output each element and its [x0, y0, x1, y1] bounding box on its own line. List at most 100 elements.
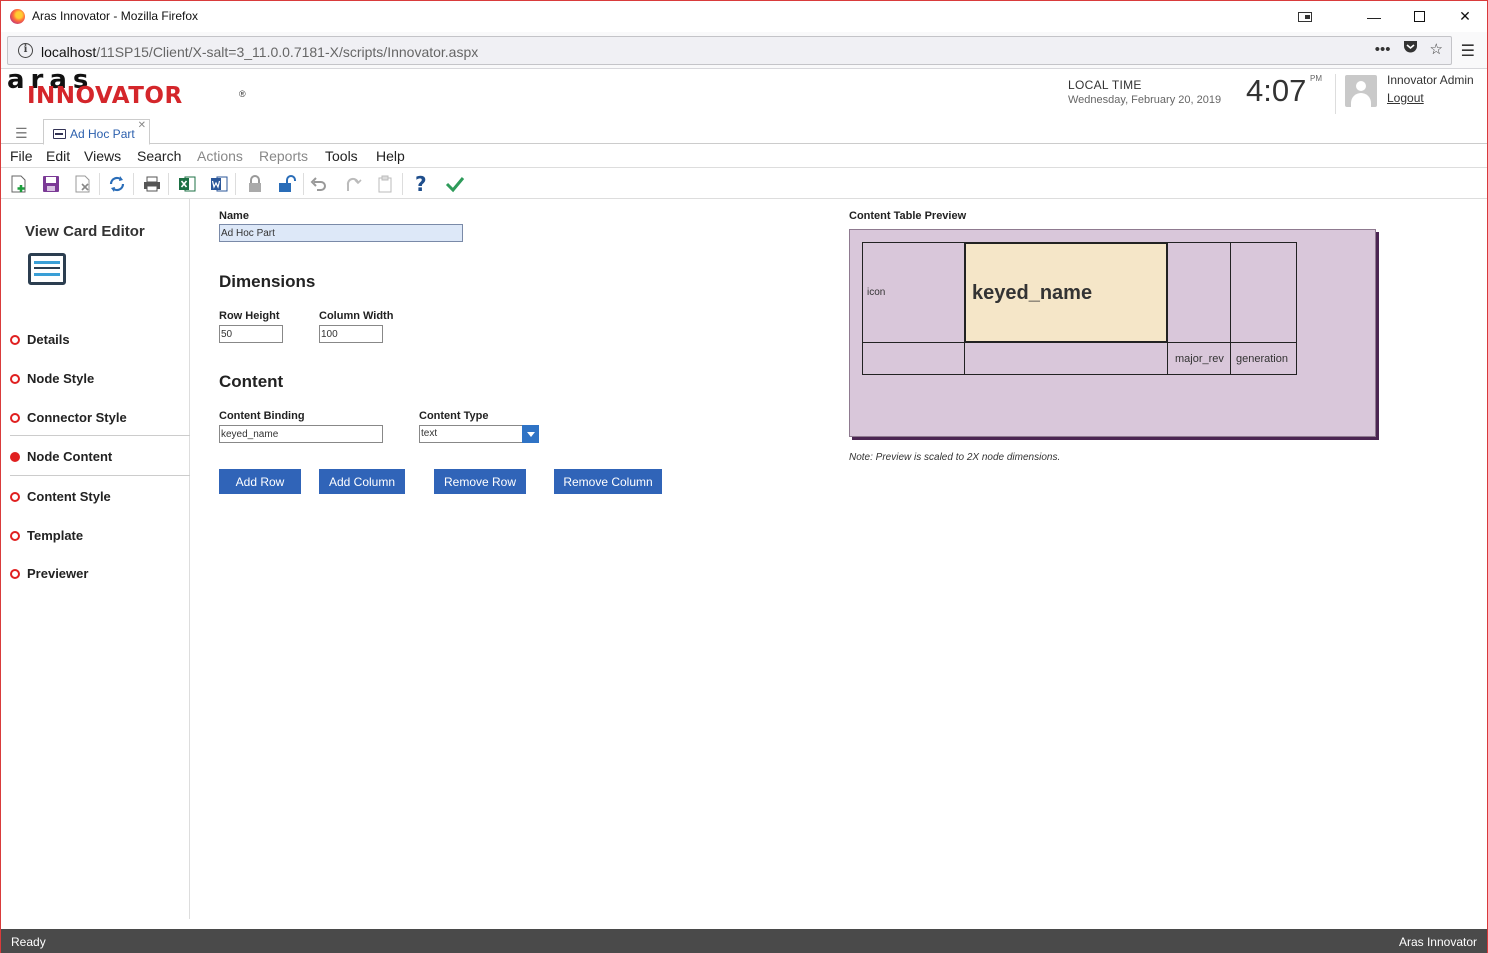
sidebar-item-label: Details — [27, 332, 70, 347]
toolbar-separator — [235, 173, 236, 195]
view-card-icon — [28, 253, 66, 285]
url-bar[interactable]: i localhost/11SP15/Client/X-salt=3_11.0.… — [7, 36, 1452, 65]
sidebar-item-node-content[interactable]: Node Content — [10, 448, 190, 468]
new-icon[interactable] — [9, 174, 29, 194]
print-icon[interactable] — [142, 174, 162, 194]
preview-title: Content Table Preview — [849, 210, 967, 222]
menu-tools[interactable]: Tools — [325, 148, 358, 164]
menu-help[interactable]: Help — [376, 148, 405, 164]
reader-view-icon[interactable] — [1282, 1, 1328, 32]
menu-reports[interactable]: Reports — [259, 148, 308, 164]
preview-cell[interactable] — [1230, 242, 1297, 343]
content-type-label: Content Type — [419, 410, 489, 422]
sidebar-item-node-style[interactable]: Node Style — [10, 370, 190, 390]
firefox-logo-icon — [10, 9, 25, 24]
refresh-icon[interactable] — [107, 174, 127, 194]
paste-icon[interactable] — [375, 174, 395, 194]
preview-cell-text: generation — [1236, 353, 1288, 365]
firefox-menu-icon[interactable]: ☰ — [1461, 41, 1475, 61]
add-column-button[interactable]: Add Column — [319, 469, 405, 494]
status-text: Ready — [11, 935, 46, 949]
url-text[interactable]: localhost/11SP15/Client/X-salt=3_11.0.0.… — [41, 44, 478, 60]
chevron-down-icon[interactable] — [522, 425, 539, 443]
dimensions-heading: Dimensions — [219, 272, 316, 291]
toolbar: ? — [1, 168, 1487, 199]
preview-cell-text: keyed_name — [972, 282, 1093, 304]
content-heading: Content — [219, 372, 284, 391]
help-icon[interactable]: ? — [411, 174, 431, 194]
sidebar-item-label: Content Style — [27, 489, 111, 504]
toolbar-separator — [402, 173, 403, 195]
tab-close-icon[interactable]: ✕ — [138, 120, 146, 131]
status-bar: Ready Aras Innovator — [1, 929, 1487, 953]
preview-cell-generation[interactable]: generation — [1230, 342, 1297, 375]
status-dot-icon — [10, 569, 20, 579]
sidebar: View Card Editor Details Node Style Conn… — [1, 199, 190, 919]
done-icon[interactable] — [445, 174, 465, 194]
sidebar-item-content-style[interactable]: Content Style — [10, 488, 190, 508]
toolbar-separator — [303, 173, 304, 195]
bookmark-star-icon[interactable]: ☆ — [1430, 40, 1443, 58]
site-info-icon[interactable]: i — [18, 43, 33, 58]
sidebar-divider — [10, 435, 190, 436]
sidebar-item-connector-style[interactable]: Connector Style — [10, 409, 190, 429]
remove-column-button[interactable]: Remove Column — [554, 469, 662, 494]
clock-ampm: PM — [1310, 74, 1322, 83]
menu-file[interactable]: File — [10, 148, 33, 164]
sidebar-item-previewer[interactable]: Previewer — [10, 565, 190, 585]
status-dot-icon — [10, 413, 20, 423]
user-name: Innovator Admin — [1387, 73, 1474, 87]
status-dot-icon — [10, 531, 20, 541]
redo-icon[interactable] — [343, 174, 363, 194]
content-table-preview: icon keyed_name major_rev generation — [849, 229, 1376, 437]
remove-row-button[interactable]: Remove Row — [434, 469, 526, 494]
pocket-icon[interactable] — [1403, 40, 1418, 58]
preview-cell[interactable] — [862, 342, 965, 375]
sidebar-item-label: Node Content — [27, 449, 113, 464]
status-app-name: Aras Innovator — [1398, 935, 1477, 949]
close-window-button[interactable]: ✕ — [1442, 1, 1488, 32]
sidebar-item-label: Template — [27, 528, 84, 543]
preview-cell-icon[interactable]: icon — [862, 242, 965, 343]
content-type-select[interactable]: text — [419, 425, 539, 443]
clock-time: 4:07 — [1246, 73, 1307, 108]
minimize-button[interactable]: — — [1351, 1, 1397, 32]
status-dot-icon — [10, 335, 20, 345]
add-row-button[interactable]: Add Row — [219, 469, 301, 494]
menu-search[interactable]: Search — [137, 148, 181, 164]
sidebar-item-details[interactable]: Details — [10, 331, 190, 351]
unlock-icon[interactable] — [277, 174, 297, 194]
preview-cell-major-rev[interactable]: major_rev — [1167, 342, 1231, 375]
sidebar-title: View Card Editor — [25, 223, 145, 240]
lock-icon[interactable] — [245, 174, 265, 194]
column-width-field[interactable] — [319, 325, 383, 343]
logo-innovator: INNOVATOR — [27, 83, 183, 109]
row-height-field[interactable] — [219, 325, 283, 343]
item-form-icon — [53, 129, 66, 139]
window-title: Aras Innovator - Mozilla Firefox — [32, 9, 199, 23]
word-icon[interactable] — [209, 174, 229, 194]
header-divider — [1335, 74, 1336, 114]
preview-cell[interactable] — [964, 342, 1168, 375]
sidebar-item-label: Node Style — [27, 371, 95, 386]
logout-link[interactable]: Logout — [1387, 91, 1424, 105]
menu-actions[interactable]: Actions — [197, 148, 243, 164]
close-item-icon[interactable] — [73, 174, 93, 194]
content-binding-field[interactable] — [219, 425, 383, 443]
excel-icon[interactable] — [177, 174, 197, 194]
tab-menu-icon[interactable]: ☰ — [15, 125, 28, 142]
preview-cell-keyed-name[interactable]: keyed_name — [964, 242, 1168, 343]
toolbar-separator — [168, 173, 169, 195]
maximize-button[interactable] — [1396, 1, 1442, 32]
preview-cell[interactable] — [1167, 242, 1231, 343]
page-actions-icon[interactable]: ••• — [1375, 41, 1391, 58]
menu-edit[interactable]: Edit — [46, 148, 70, 164]
title-bar: Aras Innovator - Mozilla Firefox — ✕ — [1, 1, 1487, 32]
name-field[interactable] — [219, 224, 463, 242]
menu-views[interactable]: Views — [84, 148, 121, 164]
undo-icon[interactable] — [309, 174, 329, 194]
sidebar-item-template[interactable]: Template — [10, 527, 190, 547]
save-icon[interactable] — [41, 174, 61, 194]
tab-ad-hoc-part[interactable]: Ad Hoc Part ✕ — [43, 119, 150, 145]
svg-text:?: ? — [415, 174, 427, 194]
